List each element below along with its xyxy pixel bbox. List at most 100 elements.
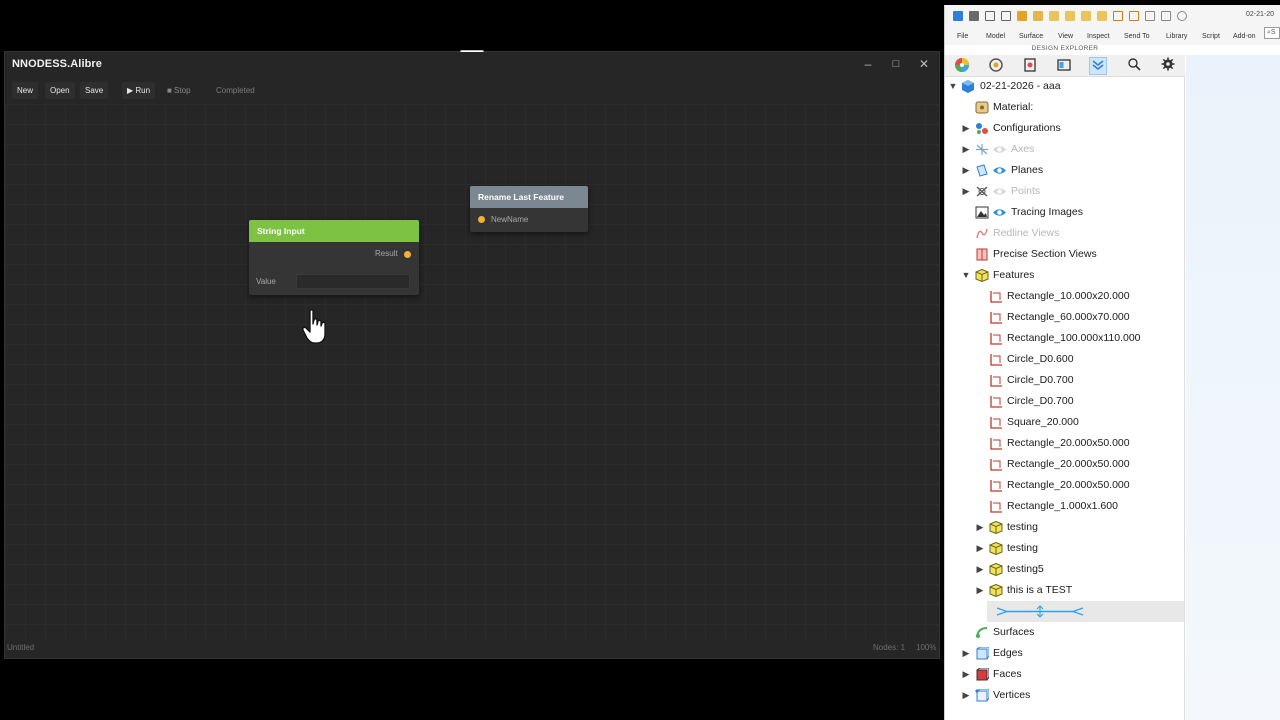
tree-item-sketch[interactable]: Rectangle_20.000x50.000 (945, 433, 1184, 454)
menu-surface[interactable]: Surface (1019, 33, 1043, 40)
chevron-right-icon[interactable]: ▶ (961, 160, 971, 181)
ribbon-search-input[interactable]: ⌕S (1264, 27, 1280, 39)
tree-item-configurations[interactable]: ▶ Configurations (945, 118, 1184, 139)
save-button[interactable]: Save (80, 82, 109, 99)
tree-item-features[interactable]: ▼ Features (945, 265, 1184, 286)
zoom-icon[interactable] (1177, 11, 1187, 21)
tool-icon[interactable] (1049, 11, 1059, 21)
menu-view[interactable]: View (1058, 33, 1073, 40)
tree-item-folder[interactable]: ▶ testing (945, 538, 1184, 559)
tree-root[interactable]: ▼ 02-21-2026 - aaa (945, 77, 1184, 97)
settings-icon[interactable] (987, 57, 1005, 75)
output-port[interactable] (404, 251, 411, 258)
maximize-button[interactable]: □ (885, 55, 907, 73)
part-icon[interactable] (1021, 57, 1039, 75)
tree-item-folder[interactable]: ▶ this is a TEST (945, 580, 1184, 601)
undo-icon[interactable] (985, 11, 995, 21)
eye-icon[interactable] (992, 206, 1007, 219)
menu-file[interactable]: File (957, 33, 968, 40)
tree-item-tracing-images[interactable]: Tracing Images (945, 202, 1184, 223)
stop-button[interactable]: ■ Stop (162, 82, 196, 99)
menu-inspect[interactable]: Inspect (1087, 33, 1110, 40)
tree-item-axes[interactable]: ▶ Axes (945, 139, 1184, 160)
new-file-icon[interactable] (969, 11, 979, 21)
layout-icon[interactable] (1055, 57, 1073, 75)
title-bar[interactable]: NNODESS.Alibre – □ ✕ (5, 52, 939, 76)
eye-icon[interactable] (992, 164, 1007, 177)
filter-collapse-icon[interactable] (1089, 57, 1107, 75)
tool-icon[interactable] (1081, 11, 1091, 21)
tree-item-surfaces[interactable]: Surfaces (945, 622, 1184, 643)
tree-item-sketch[interactable]: Rectangle_10.000x20.000 (945, 286, 1184, 307)
chevron-right-icon[interactable]: ▶ (975, 517, 985, 538)
tree-item-sketch[interactable]: Rectangle_20.000x50.000 (945, 454, 1184, 475)
tree-item-sketch[interactable]: Circle_D0.700 (945, 370, 1184, 391)
sketch-icon (990, 438, 1002, 450)
rename-last-feature-node[interactable]: Rename Last Feature NewName (470, 186, 588, 232)
chevron-right-icon[interactable]: ▶ (961, 139, 971, 160)
node-header[interactable]: String Input (249, 220, 419, 242)
tree-item-redline-views[interactable]: Redline Views (945, 223, 1184, 244)
chevron-right-icon[interactable]: ▶ (961, 685, 971, 706)
tool-icon[interactable] (1113, 11, 1123, 21)
menu-add-on[interactable]: Add-on (1233, 33, 1256, 40)
tool-icon[interactable] (1097, 11, 1107, 21)
eye-icon[interactable] (992, 143, 1007, 156)
tool-icon[interactable] (1065, 11, 1075, 21)
menu-model[interactable]: Model (986, 33, 1005, 40)
rollback-marker[interactable] (987, 601, 1184, 622)
chevron-right-icon[interactable]: ▶ (961, 181, 971, 202)
close-button[interactable]: ✕ (913, 55, 935, 73)
menu-script[interactable]: Script (1202, 33, 1220, 40)
tool-icon[interactable] (1161, 11, 1171, 21)
tree-item-sketch[interactable]: Rectangle_20.000x50.000 (945, 475, 1184, 496)
measure-icon[interactable] (1145, 11, 1155, 21)
document-tab[interactable]: 02-21-20 (1246, 11, 1274, 18)
chevron-right-icon[interactable]: ▶ (961, 664, 971, 685)
tree-item-sketch[interactable]: Rectangle_1.000x1.600 (945, 496, 1184, 517)
chevron-right-icon[interactable]: ▶ (961, 643, 971, 664)
input-port[interactable] (478, 216, 485, 223)
chevron-right-icon[interactable]: ▶ (975, 559, 985, 580)
chevron-down-icon[interactable]: ▼ (948, 77, 958, 97)
tree-item-points[interactable]: ▶ Points (945, 181, 1184, 202)
tree-item-planes[interactable]: ▶ Planes (945, 160, 1184, 181)
app-icon[interactable] (953, 11, 963, 21)
chevron-right-icon[interactable]: ▶ (961, 118, 971, 139)
color-wheel-icon[interactable] (953, 57, 971, 75)
chevron-right-icon[interactable]: ▶ (975, 538, 985, 559)
tool-icon[interactable] (1033, 11, 1043, 21)
tree-item-sketch[interactable]: Circle_D0.700 (945, 391, 1184, 412)
eye-icon[interactable] (992, 185, 1007, 198)
3d-viewport[interactable] (1186, 55, 1280, 720)
tree-item-sketch[interactable]: Circle_D0.600 (945, 349, 1184, 370)
tree-item-edges[interactable]: ▶ Edges (945, 643, 1184, 664)
tree-item-folder[interactable]: ▶ testing (945, 517, 1184, 538)
chevron-right-icon[interactable]: ▶ (975, 580, 985, 601)
run-button[interactable]: ▶ Run (122, 82, 156, 99)
tree-item-faces[interactable]: ▶ Faces (945, 664, 1184, 685)
sketch-icon (990, 354, 1002, 366)
tool-icon[interactable] (1129, 11, 1139, 21)
redo-icon[interactable] (1001, 11, 1011, 21)
chevron-down-icon[interactable]: ▼ (961, 265, 971, 286)
minimize-button[interactable]: – (857, 55, 879, 73)
tree-item-folder[interactable]: ▶ testing5 (945, 559, 1184, 580)
open-button[interactable]: Open (45, 82, 75, 99)
tree-item-material[interactable]: Material: (945, 97, 1184, 118)
value-input[interactable] (296, 274, 410, 289)
tree-item-sketch[interactable]: Rectangle_60.000x70.000 (945, 307, 1184, 328)
gear-icon[interactable] (1159, 57, 1177, 75)
tree-item-sketch[interactable]: Rectangle_100.000x110.000 (945, 328, 1184, 349)
tree-item-precise-section-views[interactable]: Precise Section Views (945, 244, 1184, 265)
menu-library[interactable]: Library (1166, 33, 1187, 40)
tree-item-vertices[interactable]: ▶ Vertices (945, 685, 1184, 706)
node-canvas[interactable]: Rename Last Feature NewName String Input… (5, 104, 939, 642)
folder-icon[interactable] (1017, 11, 1027, 21)
new-button[interactable]: New (12, 82, 39, 99)
menu-send-to[interactable]: Send To (1124, 33, 1150, 40)
tree-item-sketch[interactable]: Square_20.000 (945, 412, 1184, 433)
search-icon[interactable] (1125, 57, 1143, 75)
node-header[interactable]: Rename Last Feature (470, 186, 588, 208)
string-input-node[interactable]: String Input Result Value (249, 220, 419, 295)
